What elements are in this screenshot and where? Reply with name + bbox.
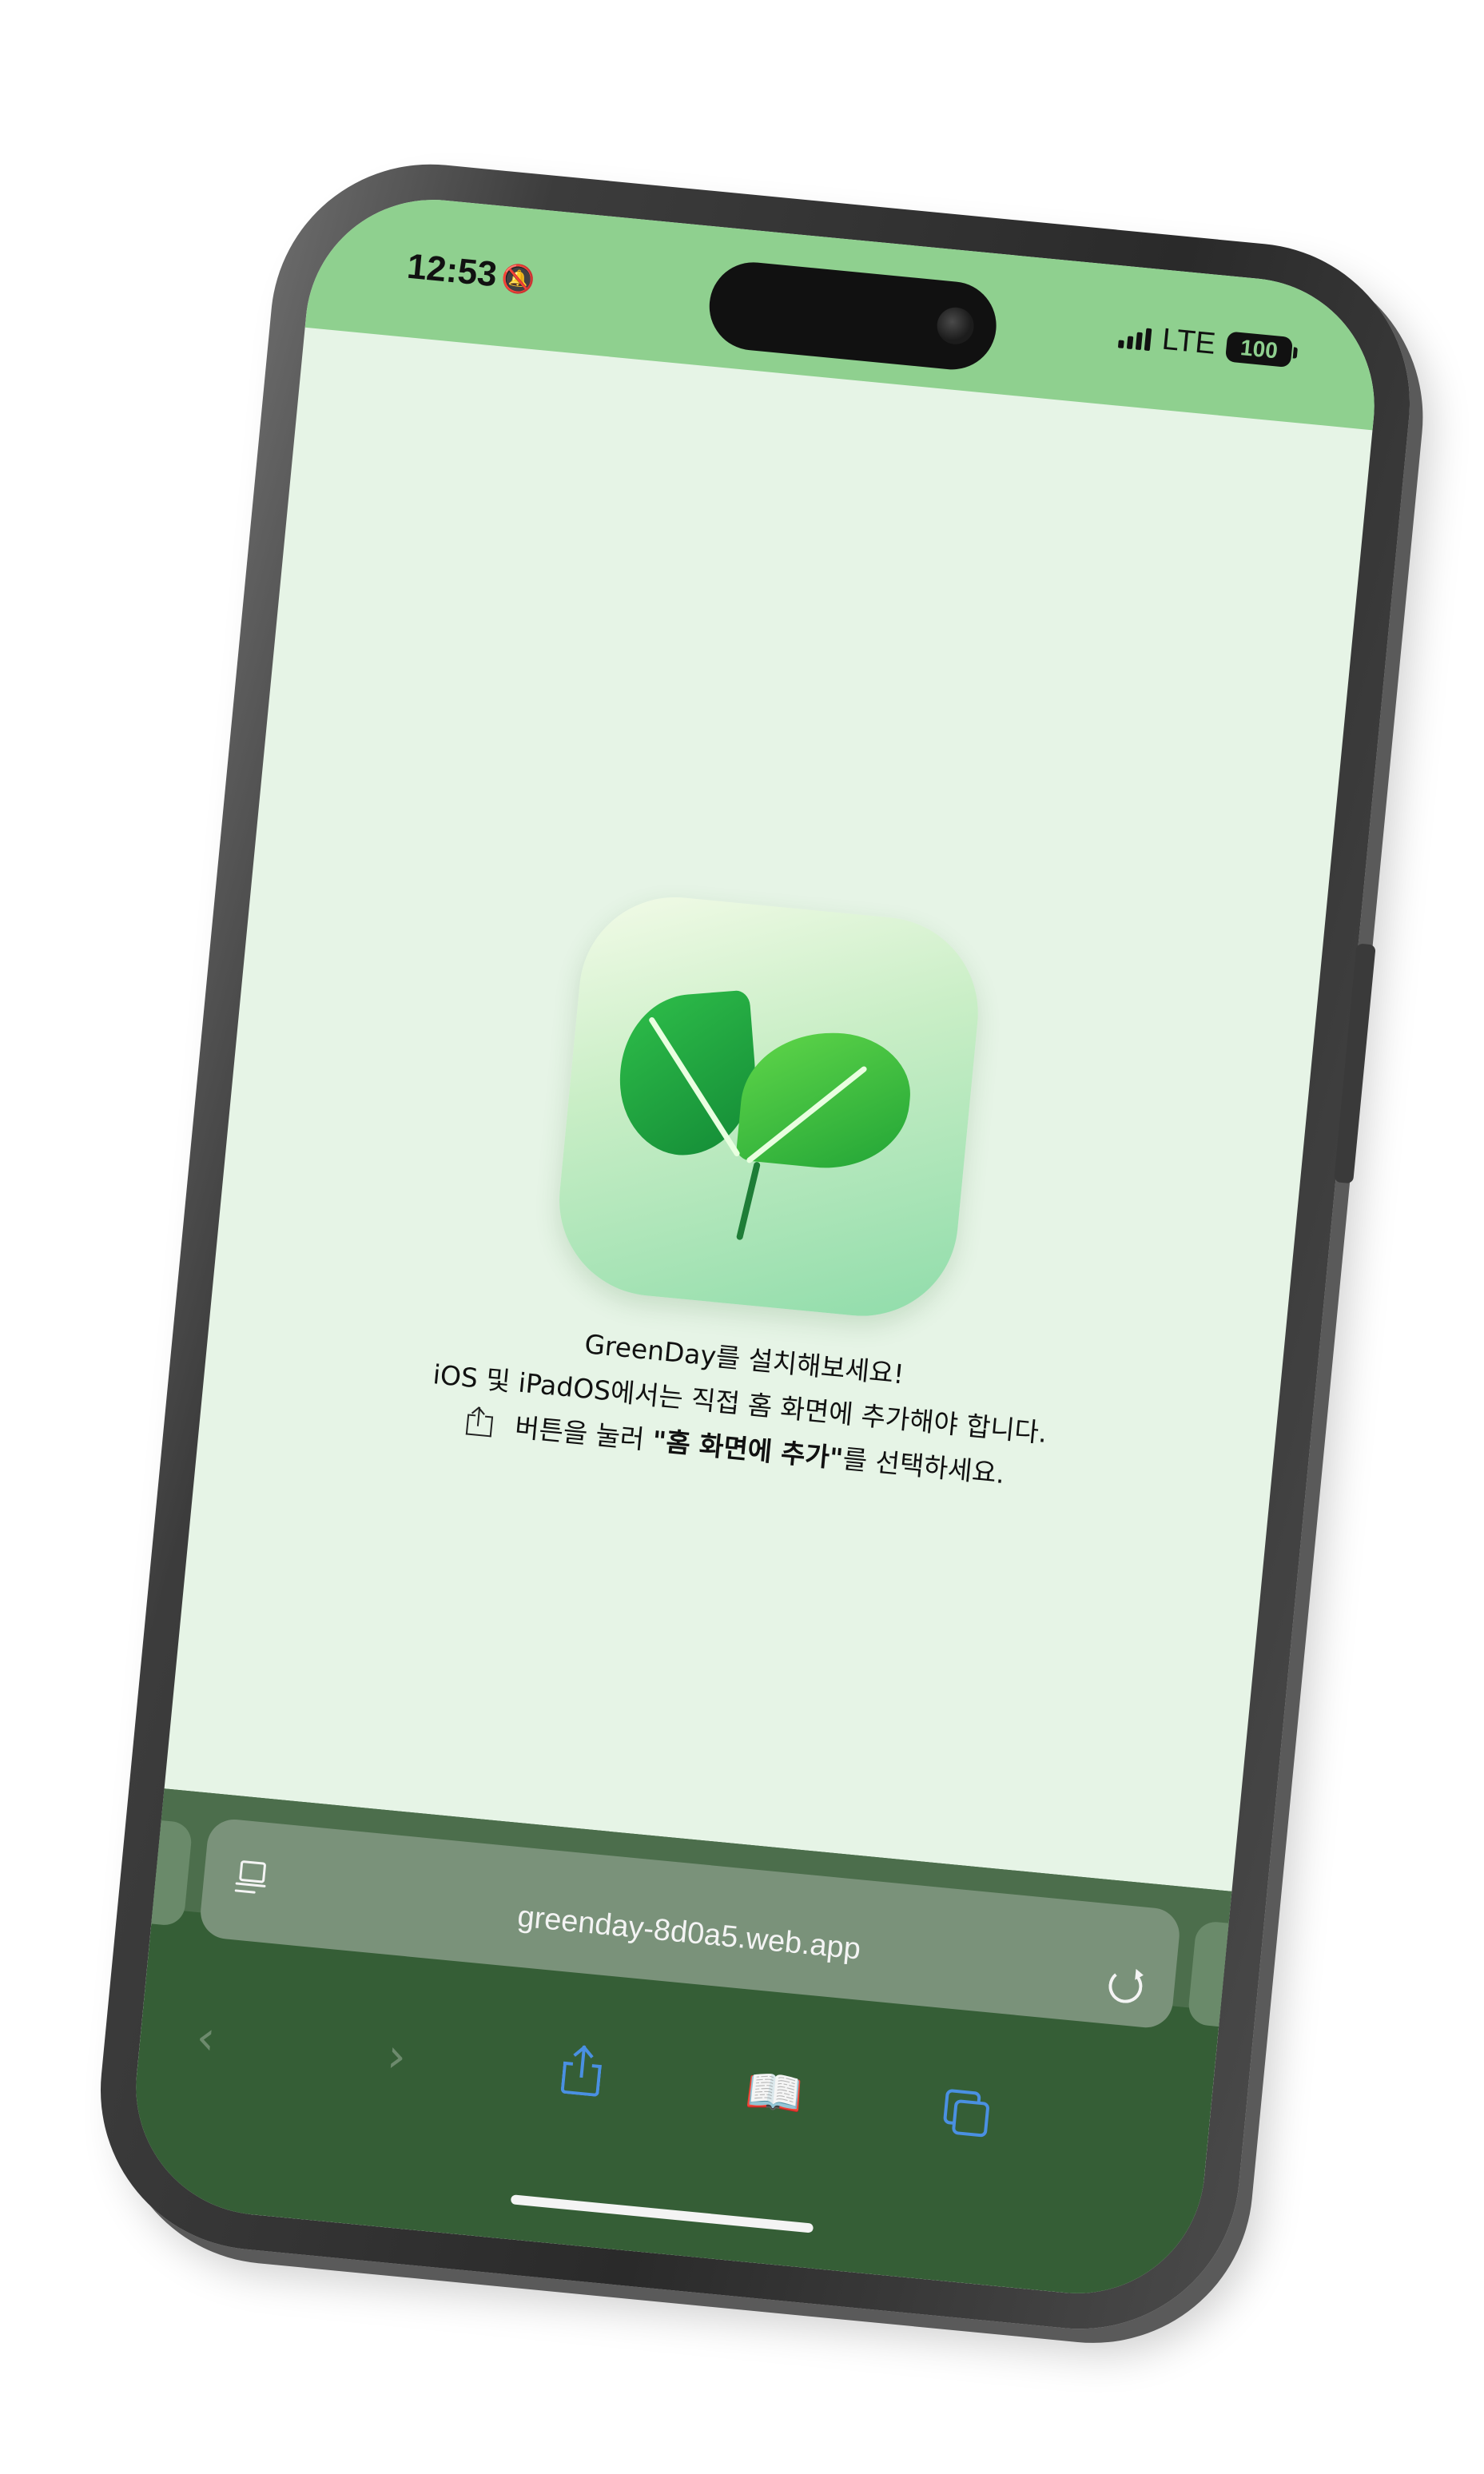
network-type: LTE	[1160, 322, 1217, 361]
back-icon[interactable]: ‹	[194, 2009, 218, 2066]
instruction-prefix: 버튼을 눌러	[505, 1410, 654, 1456]
share-button-icon[interactable]	[560, 2044, 603, 2098]
browser-toolbar: greenday-8d0a5.web.app ‹ › 📖	[124, 1788, 1261, 2305]
share-icon	[465, 1406, 494, 1438]
home-indicator[interactable]	[510, 2194, 814, 2233]
status-time: 12:53🔕	[405, 247, 537, 299]
stage: 12:53🔕 LTE 100 GreenDay를 설치해보세요! iOS 및 i…	[0, 0, 1484, 2474]
previous-tab-peek[interactable]	[124, 1817, 193, 1927]
install-message: GreenDay를 설치해보세요! iOS 및 iPadOS에서는 직접 홈 화…	[200, 1286, 1280, 1522]
camera-icon	[935, 305, 976, 346]
cellular-signal-icon	[1118, 324, 1152, 351]
phone-screen: 12:53🔕 LTE 100 GreenDay를 설치해보세요! iOS 및 i…	[124, 188, 1387, 2305]
phone-frame: 12:53🔕 LTE 100 GreenDay를 설치해보세요! iOS 및 i…	[86, 149, 1425, 2344]
battery-icon: 100	[1224, 330, 1294, 368]
dynamic-island	[705, 258, 1001, 374]
status-bar: 12:53🔕 LTE 100	[304, 188, 1387, 431]
bookmarks-icon[interactable]: 📖	[743, 2062, 806, 2123]
instruction-suffix: 를 선택하세요.	[841, 1442, 1006, 1490]
forward-icon[interactable]: ›	[385, 2027, 409, 2085]
sprout-leaf-icon	[551, 888, 987, 1325]
bell-slash-icon: 🔕	[499, 263, 537, 296]
tabs-icon[interactable]	[942, 2088, 990, 2138]
next-tab-peek[interactable]	[1187, 1919, 1261, 2030]
time-text: 12:53	[405, 246, 499, 295]
side-button	[1334, 943, 1376, 1184]
leaf-stem	[735, 1161, 761, 1241]
status-indicators: LTE 100	[1117, 319, 1294, 370]
